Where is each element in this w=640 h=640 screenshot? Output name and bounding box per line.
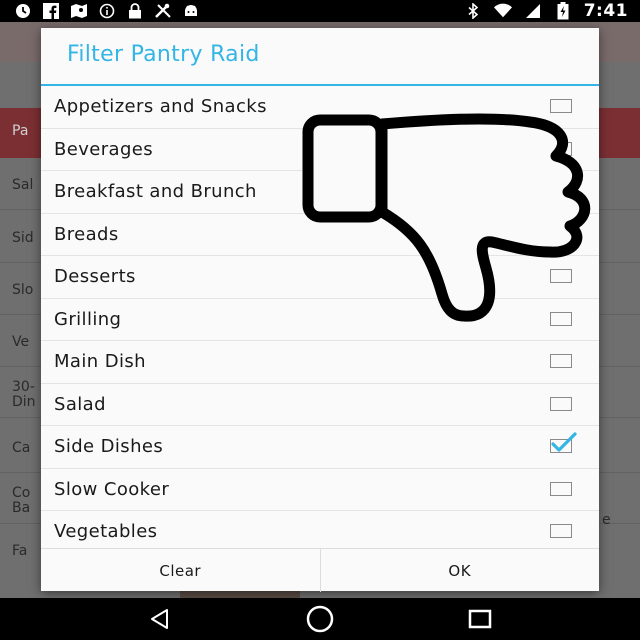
ok-button[interactable]: OK: [319, 549, 600, 592]
clock-icon: [14, 2, 32, 20]
category-item-main-dish[interactable]: Main Dish: [41, 341, 599, 384]
background-item: Ca: [12, 440, 31, 456]
tools-icon: [154, 2, 172, 20]
category-item-salad[interactable]: Salad: [41, 384, 599, 426]
notification-icons: [0, 2, 200, 20]
category-label: Main Dish: [54, 351, 146, 373]
checkmark-icon: [551, 432, 577, 452]
background-item: Ba: [12, 500, 31, 516]
lock-icon: [126, 2, 144, 20]
checkbox[interactable]: [550, 524, 572, 538]
clear-button[interactable]: Clear: [41, 549, 320, 592]
back-icon[interactable]: [140, 599, 180, 639]
category-label: Slow Cooker: [54, 478, 170, 500]
category-label: Vegetables: [54, 521, 158, 543]
category-label: Breakfast and Brunch: [54, 181, 257, 203]
bluetooth-icon: [464, 2, 482, 20]
maps-icon: [70, 2, 88, 20]
recents-icon[interactable]: [460, 599, 500, 639]
background-item: e: [602, 512, 611, 528]
background-item: Fa: [12, 543, 28, 559]
facebook-icon: [42, 2, 60, 20]
category-item-vegetables[interactable]: Vegetables: [41, 511, 599, 548]
dialog-title: Filter Pantry Raid: [67, 42, 260, 67]
checkbox[interactable]: [550, 481, 572, 496]
checkbox[interactable]: [550, 99, 572, 113]
background-item: Co: [12, 485, 31, 501]
background-item: Slo: [12, 282, 34, 298]
background-item: Din: [12, 394, 36, 410]
battery-icon: [554, 2, 572, 20]
background-item: Sal: [12, 177, 34, 193]
dialog-buttons: Clear OK: [41, 548, 599, 592]
status-bar: 7:41: [0, 0, 640, 22]
category-label: Side Dishes: [54, 436, 164, 458]
background-item: Sid: [12, 230, 34, 246]
home-icon[interactable]: [300, 599, 340, 639]
navigation-bar: [0, 598, 640, 640]
status-time: 7:41: [583, 1, 628, 21]
category-label: Appetizers and Snacks: [54, 96, 267, 118]
signal-icon: [524, 2, 542, 20]
background-item: Ve: [12, 334, 30, 350]
checkbox[interactable]: [550, 354, 572, 368]
system-icons: 7:41: [464, 1, 640, 21]
category-item-side-dishes[interactable]: Side Dishes: [41, 426, 599, 469]
info-icon: [98, 2, 116, 20]
checkbox[interactable]: [550, 396, 572, 411]
category-label: Breads: [54, 223, 119, 245]
category-label: Beverages: [54, 138, 154, 160]
wifi-icon: [493, 2, 512, 20]
background-item: Pa: [12, 123, 29, 139]
category-item-slow-cooker[interactable]: Slow Cooker: [41, 469, 599, 511]
category-label: Grilling: [54, 308, 122, 330]
android-icon: [182, 2, 200, 20]
thumbs-down-icon: [300, 112, 600, 336]
background-item: 30-: [12, 379, 35, 395]
category-label: Salad: [54, 393, 106, 415]
checkbox-checked[interactable]: [550, 432, 577, 453]
category-label: Desserts: [54, 266, 136, 288]
